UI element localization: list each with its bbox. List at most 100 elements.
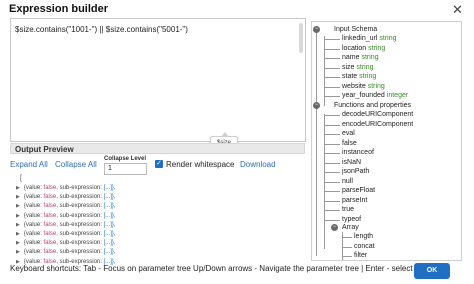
field-name: year_founded — [342, 92, 385, 99]
tree-function-item[interactable]: instanceof — [342, 148, 374, 157]
collapse-functions-icon[interactable]: − — [313, 102, 320, 109]
field-type: integer — [386, 92, 409, 99]
output-row[interactable]: ▶ {value: false, sub-expression: [...]}, — [16, 248, 116, 257]
tree-field-website[interactable]: website string — [342, 82, 385, 91]
row-sub-value: [...]}, — [103, 185, 116, 191]
output-row[interactable]: ▶ {value: false, sub-expression: [...]}, — [16, 230, 116, 239]
field-name: name — [342, 54, 360, 61]
expand-row-icon[interactable]: ▶ — [16, 240, 20, 246]
editor-scrollbar[interactable] — [299, 23, 303, 53]
keyboard-shortcuts-text: Keyboard shortcuts: Tab - Focus on param… — [10, 264, 441, 273]
output-row[interactable]: ▶ {value: false, sub-expression: [...]}, — [16, 239, 116, 248]
row-value: false, — [43, 249, 58, 256]
tree-function-item[interactable]: isNaN — [342, 158, 361, 167]
row-sub-key: sub-expression: — [59, 212, 102, 219]
tree-function-item[interactable]: decodeURIComponent — [342, 110, 413, 119]
render-whitespace-label: Render whitespace — [166, 160, 235, 169]
row-sub-key: sub-expression: — [59, 203, 102, 210]
row-key: {value: — [23, 212, 42, 219]
tree-field-location[interactable]: location string — [342, 44, 385, 53]
row-sub-value: [...]}, — [103, 249, 116, 256]
tree-field-size[interactable]: size string — [342, 63, 374, 72]
output-row[interactable]: ▶ {value: false, sub-expression: [...]}, — [16, 221, 116, 230]
tree-array[interactable]: Array — [342, 223, 359, 232]
collapse-level-input[interactable]: 1 — [104, 163, 147, 175]
expand-row-icon[interactable]: ▶ — [16, 194, 20, 200]
row-sub-value: [...]}, — [103, 240, 116, 247]
collapse-all-button[interactable]: Collapse All — [55, 160, 97, 169]
expression-text[interactable]: $size.contains("1001-") || $size.contain… — [15, 25, 188, 34]
tree-function-item[interactable]: true — [342, 205, 354, 214]
expand-row-icon[interactable]: ▶ — [16, 213, 20, 219]
tree-function-item[interactable]: null — [342, 177, 353, 186]
row-sub-key: sub-expression: — [59, 231, 102, 237]
output-row[interactable]: ▶ {value: false, sub-expression: [...]}, — [16, 193, 116, 202]
collapse-input-schema-icon[interactable]: − — [313, 26, 320, 33]
row-sub-value: [...]}, — [103, 194, 116, 201]
tree-field-year-founded[interactable]: year_founded integer — [342, 91, 408, 100]
tree-field-name[interactable]: name string — [342, 53, 379, 62]
tree-function-item[interactable]: eval — [342, 129, 355, 138]
row-key: {value: — [23, 249, 42, 256]
download-button[interactable]: Download — [240, 160, 276, 169]
close-icon[interactable]: ✕ — [452, 2, 463, 18]
collapse-array-icon[interactable]: − — [331, 224, 338, 231]
expand-row-icon[interactable]: ▶ — [16, 185, 20, 191]
row-value: false, — [43, 221, 58, 228]
render-whitespace-checkbox[interactable]: ✓ — [155, 160, 163, 168]
field-name: size — [342, 63, 355, 71]
dialog-title: Expression builder — [9, 3, 109, 15]
row-key: {value: — [23, 221, 42, 228]
field-name: location — [342, 44, 367, 52]
tree-function-item[interactable]: encodeURIComponent — [342, 120, 413, 129]
tree-functions[interactable]: Functions and properties — [334, 101, 411, 110]
field-name: linkedin_url — [342, 35, 378, 42]
field-type: string — [368, 44, 386, 52]
row-sub-key: sub-expression: — [59, 240, 102, 247]
output-results: [ ▶ {value: false, sub-expression: [...]}… — [12, 175, 302, 265]
tree-input-schema[interactable]: Input Schema — [334, 25, 377, 34]
field-type: string — [359, 73, 377, 80]
output-row[interactable]: ▶ {value: false, sub-expression: [...]}, — [16, 184, 116, 193]
tree-array-item[interactable]: concat — [354, 242, 375, 251]
field-type: string — [367, 82, 385, 90]
expression-editor[interactable]: $size.contains("1001-") || $size.contain… — [10, 18, 306, 142]
row-sub-key: sub-expression: — [59, 185, 102, 191]
tree-function-item[interactable]: false — [342, 139, 357, 148]
collapse-level-label: Collapse Level — [104, 156, 147, 162]
output-row[interactable]: ▶ {value: false, sub-expression: [...]}, — [16, 212, 116, 221]
expand-row-icon[interactable]: ▶ — [16, 222, 20, 228]
array-open-bracket: [ — [20, 175, 22, 182]
row-value: false, — [43, 240, 58, 247]
output-row[interactable]: ▶ {value: false, sub-expression: [...]}, — [16, 202, 116, 211]
field-type: string — [379, 35, 397, 42]
field-name: website — [342, 82, 366, 90]
tree-field-linkedin-url[interactable]: linkedin_url string — [342, 34, 397, 43]
tree-array-item[interactable]: length — [354, 232, 373, 241]
tree-function-item[interactable]: parseFloat — [342, 186, 375, 195]
row-key: {value: — [23, 185, 42, 191]
expand-row-icon[interactable]: ▶ — [16, 249, 20, 255]
field-type: string — [356, 63, 374, 71]
field-name: state — [342, 73, 358, 80]
row-value: false, — [43, 231, 58, 237]
tree-field-state[interactable]: state string — [342, 72, 376, 81]
row-sub-key: sub-expression: — [59, 221, 102, 228]
tree-array-item[interactable]: filter — [354, 251, 367, 260]
row-sub-key: sub-expression: — [59, 194, 102, 201]
tree-function-item[interactable]: parseInt — [342, 196, 367, 205]
tree-function-item[interactable]: jsonPath — [342, 167, 369, 176]
row-key: {value: — [23, 240, 42, 247]
row-value: false, — [43, 212, 58, 219]
ok-button[interactable]: OK — [414, 263, 450, 279]
row-sub-value: [...]}, — [103, 221, 116, 228]
row-sub-value: [...]}, — [103, 212, 116, 219]
row-sub-key: sub-expression: — [59, 249, 102, 256]
field-type: string — [361, 54, 379, 61]
output-preview-header: Output Preview — [10, 143, 305, 154]
row-sub-value: [...]}, — [103, 231, 116, 237]
row-sub-value: [...]}, — [103, 203, 116, 210]
expand-row-icon[interactable]: ▶ — [16, 231, 20, 237]
expand-all-button[interactable]: Expand All — [10, 160, 48, 169]
expand-row-icon[interactable]: ▶ — [16, 203, 20, 209]
